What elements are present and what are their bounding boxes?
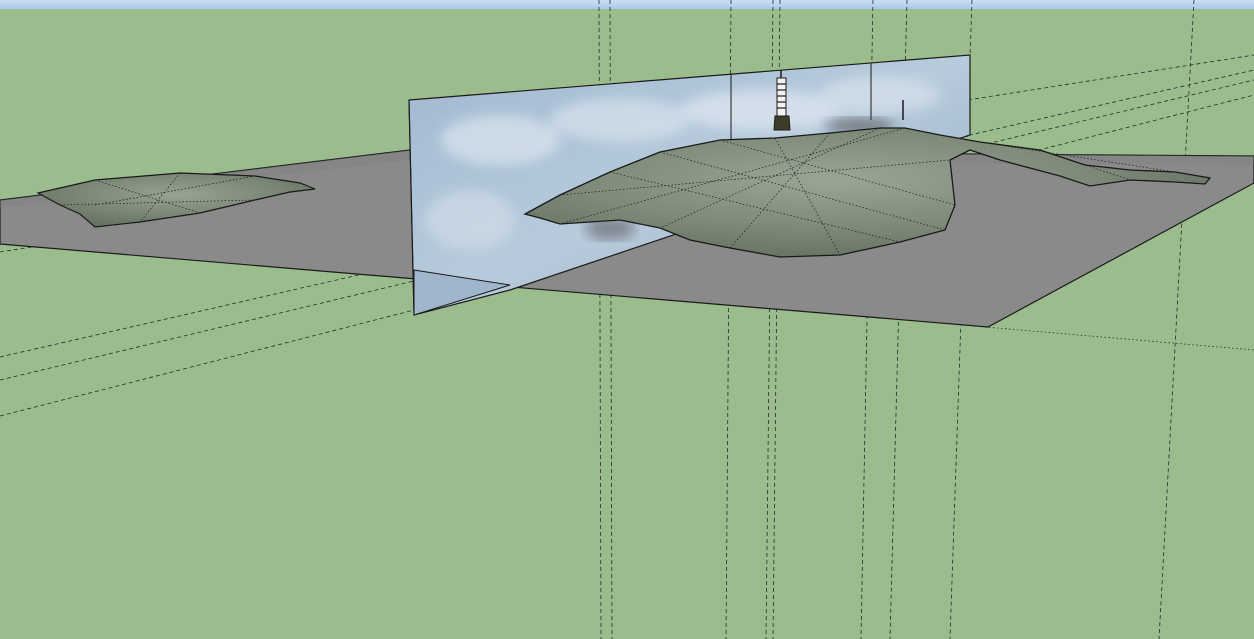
sky-strip bbox=[0, 0, 1254, 9]
scene-canvas[interactable] bbox=[0, 0, 1254, 639]
modeling-viewport[interactable] bbox=[0, 0, 1254, 639]
